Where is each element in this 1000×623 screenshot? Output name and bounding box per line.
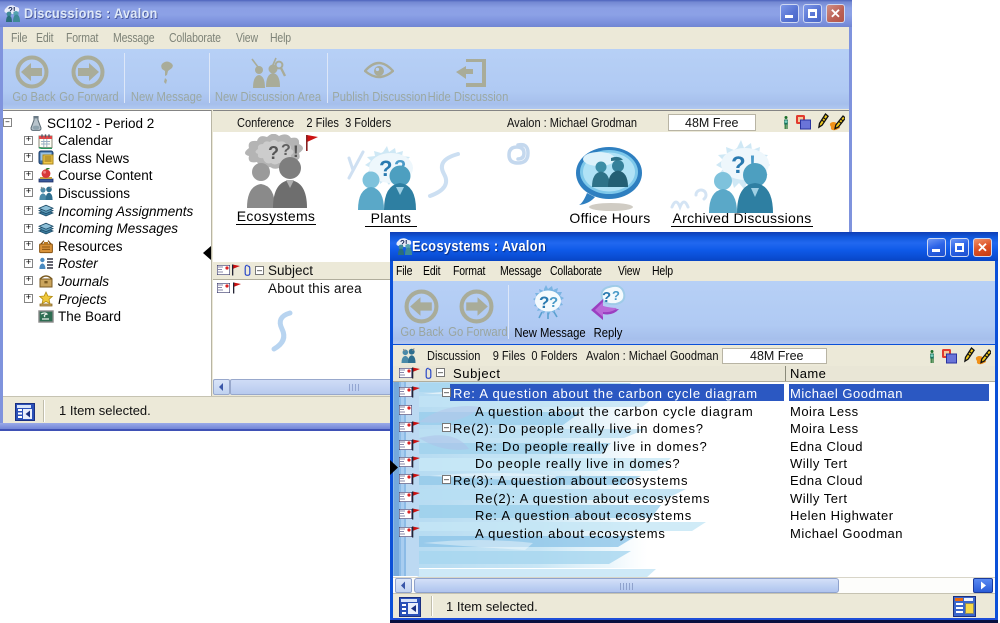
svg-text:?: ? [602, 289, 611, 306]
svg-text:?: ? [268, 143, 279, 163]
svg-text:?: ? [612, 288, 620, 303]
svg-text:?: ? [539, 293, 549, 312]
svg-text:?: ? [281, 142, 291, 159]
svg-text:?: ? [549, 294, 558, 311]
